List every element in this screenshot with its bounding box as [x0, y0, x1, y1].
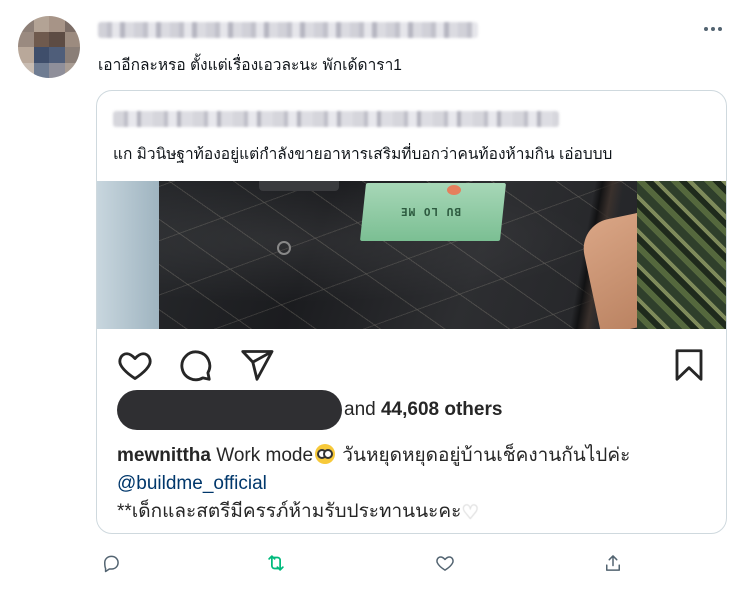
- quoted-tweet-text: แก มิวนิษฐาท้องอยู่แต่กำลังขายอาหารเสริม…: [113, 146, 613, 163]
- heart-icon[interactable]: [117, 347, 153, 383]
- more-icon: [704, 27, 708, 31]
- like-button[interactable]: [430, 548, 460, 578]
- retweet-icon: [268, 555, 284, 571]
- like-icon: [436, 556, 454, 571]
- likes-count: 44,608 others: [380, 399, 503, 420]
- liker-redacted: [117, 390, 342, 430]
- caption-username[interactable]: mewnittha: [117, 445, 211, 466]
- author-name-redacted: [98, 22, 478, 38]
- likes-row[interactable]: and 44,608 others: [117, 389, 502, 431]
- bookmark-icon[interactable]: [671, 347, 707, 383]
- quoted-author-redacted: [113, 111, 559, 127]
- caption-mention-link[interactable]: @buildme_official: [117, 473, 267, 494]
- reply-icon: [104, 555, 119, 573]
- nerd-face-emoji-icon: [315, 444, 336, 464]
- product-box-label: BU LO ME: [400, 205, 461, 218]
- post-photo[interactable]: BU LO ME: [97, 181, 726, 329]
- more-options-button[interactable]: [700, 18, 726, 40]
- share-icon[interactable]: [239, 347, 275, 383]
- tweet-action-bar: [96, 548, 636, 578]
- upload-icon: [606, 555, 620, 571]
- ig-action-row: [97, 329, 726, 389]
- post-caption: mewnittha Work mode วันหยุดหยุดอยู่บ้านเ…: [117, 442, 630, 527]
- tweet-text: เอาอีกละหรอ ตั้งแต่เรื่องเอวละนะ พักเด้ด…: [98, 57, 402, 74]
- white-heart-emoji-icon: ♡: [461, 502, 480, 524]
- window-light: [97, 181, 159, 329]
- quoted-tweet-card[interactable]: แก มิวนิษฐาท้องอยู่แต่กำลังขายอาหารเสริม…: [96, 90, 727, 534]
- likes-count-text: and 44,608 others: [344, 399, 503, 420]
- share-tweet-button[interactable]: [598, 548, 628, 578]
- comment-icon[interactable]: [177, 347, 213, 383]
- reply-button[interactable]: [96, 548, 126, 578]
- instagram-screenshot[interactable]: BU LO ME and 44,608 others mewnittha Wor…: [97, 181, 726, 533]
- author-avatar[interactable]: [18, 16, 80, 78]
- retweet-button[interactable]: [261, 548, 291, 578]
